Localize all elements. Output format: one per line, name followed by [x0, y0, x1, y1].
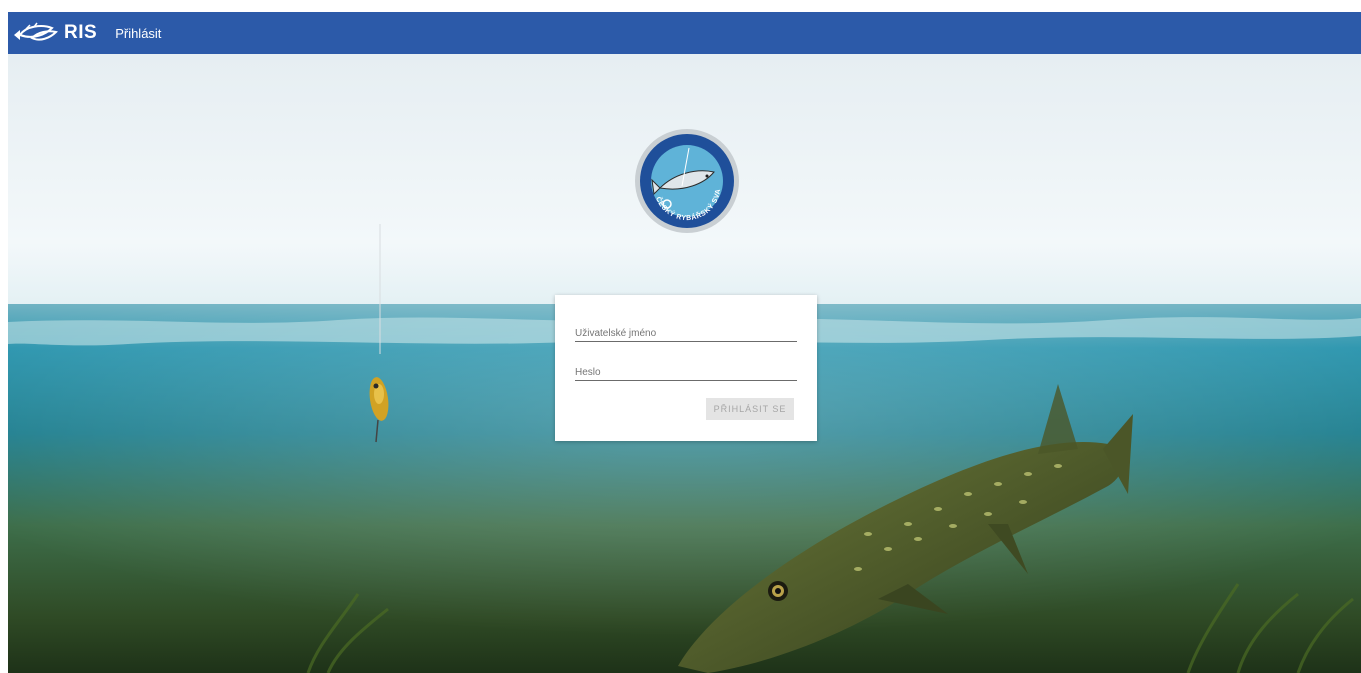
app-frame: RIS Přihlásit ČESKÝ RYBÁŘSKÝ SVA Uživate…	[8, 12, 1361, 673]
login-button[interactable]: PŘIHLÁSIT SE	[706, 398, 794, 420]
top-navbar: RIS Přihlásit	[8, 12, 1361, 54]
login-card: PŘIHLÁSIT SE	[555, 295, 817, 441]
organization-logo: ČESKÝ RYBÁŘSKÝ SVAZ	[632, 123, 740, 234]
username-field	[575, 317, 797, 342]
brand-title: RIS	[64, 22, 98, 43]
password-field	[575, 356, 797, 381]
nav-login-link[interactable]: Přihlásit	[115, 26, 161, 41]
brand-link[interactable]: RIS	[8, 12, 97, 54]
fish-logo-icon	[14, 22, 58, 41]
username-input[interactable]	[575, 328, 797, 339]
password-input[interactable]	[575, 367, 797, 378]
